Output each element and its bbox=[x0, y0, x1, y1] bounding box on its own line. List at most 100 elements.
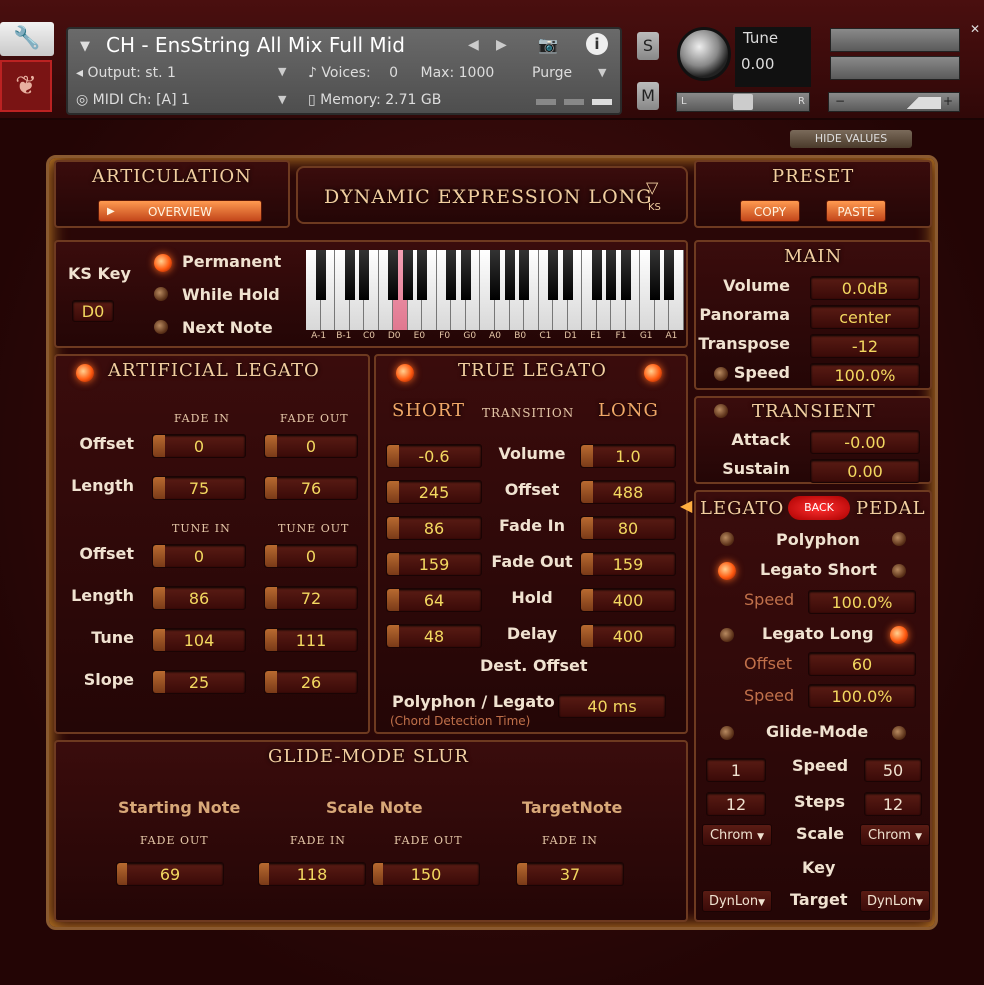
copy-button[interactable]: COPY bbox=[740, 200, 800, 222]
midi-value[interactable]: [A] 1 bbox=[156, 92, 190, 108]
volume-slider[interactable]: − + bbox=[828, 92, 960, 112]
purge-button[interactable]: Purge bbox=[532, 65, 572, 81]
output-value[interactable]: st. 1 bbox=[145, 65, 176, 81]
output-dropdown-icon[interactable]: ▼ bbox=[278, 65, 286, 78]
scale-left-select[interactable]: Chrom ▼ bbox=[702, 824, 772, 846]
main-row-field[interactable]: -12 bbox=[810, 334, 920, 358]
legato-long-led-right[interactable] bbox=[890, 626, 908, 644]
al-value-field[interactable]: 0 bbox=[264, 544, 358, 568]
al-value-field[interactable]: 0 bbox=[264, 434, 358, 458]
legato-short-led-left[interactable] bbox=[718, 562, 736, 580]
prev-arrow-icon[interactable]: ◀ bbox=[468, 37, 479, 53]
true-legato-led-left[interactable] bbox=[396, 364, 414, 382]
legato-short-speed-field[interactable]: 100.0% bbox=[808, 590, 916, 614]
al-value-field[interactable]: 26 bbox=[264, 670, 358, 694]
al-value-field[interactable]: 0 bbox=[152, 544, 246, 568]
target-fade-in-field[interactable]: 37 bbox=[516, 862, 624, 886]
articulation-selector[interactable]: DYNAMIC EXPRESSION LONG ▽ KS bbox=[296, 166, 688, 224]
scale-right-select[interactable]: Chrom ▼ bbox=[860, 824, 930, 846]
steps-left-field[interactable]: 12 bbox=[706, 792, 766, 816]
scale-fade-out-field[interactable]: 150 bbox=[372, 862, 480, 886]
camera-icon[interactable]: 📷 bbox=[538, 35, 558, 54]
legato-short-led-right[interactable] bbox=[892, 564, 906, 578]
ks-key-value[interactable]: D0 bbox=[72, 300, 114, 322]
solo-button[interactable]: S bbox=[637, 32, 659, 60]
tl-short-field[interactable]: 159 bbox=[386, 552, 482, 576]
piano-black-key[interactable] bbox=[606, 250, 617, 300]
ks-mode-label[interactable]: While Hold bbox=[182, 285, 280, 304]
artificial-legato-led[interactable] bbox=[76, 364, 94, 382]
pan-slider[interactable]: L R bbox=[676, 92, 810, 112]
al-value-field[interactable]: 76 bbox=[264, 476, 358, 500]
legato-long-offset-field[interactable]: 60 bbox=[808, 652, 916, 676]
transient-led[interactable] bbox=[714, 404, 728, 418]
tl-long-field[interactable]: 400 bbox=[580, 588, 676, 612]
tl-long-field[interactable]: 80 bbox=[580, 516, 676, 540]
overview-button[interactable]: ▶ OVERVIEW bbox=[98, 200, 262, 222]
tl-long-field[interactable]: 400 bbox=[580, 624, 676, 648]
purge-dropdown-icon[interactable]: ▼ bbox=[598, 66, 606, 79]
legato-long-speed-field[interactable]: 100.0% bbox=[808, 684, 916, 708]
piano-black-key[interactable] bbox=[417, 250, 428, 300]
ks-mode-led[interactable] bbox=[154, 287, 168, 301]
polyphon-led-right[interactable] bbox=[892, 532, 906, 546]
polyphon-led-left[interactable] bbox=[720, 532, 734, 546]
chevron-down-icon[interactable]: ▼ bbox=[80, 39, 90, 54]
piano-black-key[interactable] bbox=[649, 250, 660, 300]
glide-speed-left-field[interactable]: 1 bbox=[706, 758, 766, 782]
tl-short-field[interactable]: 86 bbox=[386, 516, 482, 540]
piano-black-key[interactable] bbox=[388, 250, 399, 300]
target-left-select[interactable]: DynLon▼ bbox=[702, 890, 772, 912]
target-right-select[interactable]: DynLon▼ bbox=[860, 890, 930, 912]
piano-black-key[interactable] bbox=[620, 250, 631, 300]
polyphon-legato-field[interactable]: 40 ms bbox=[558, 694, 666, 718]
tune-value[interactable]: 0.00 bbox=[735, 49, 811, 79]
piano-black-key[interactable] bbox=[344, 250, 355, 300]
back-button[interactable]: BACK bbox=[788, 496, 850, 520]
midi-dropdown-icon[interactable]: ▼ bbox=[278, 93, 286, 106]
glide-mode-led-left[interactable] bbox=[720, 726, 734, 740]
main-row-field[interactable]: 0.0dB bbox=[810, 276, 920, 300]
piano-black-key[interactable] bbox=[402, 250, 413, 300]
wrench-icon[interactable]: 🔧 bbox=[0, 22, 54, 56]
plus-icon[interactable]: + bbox=[943, 94, 953, 108]
al-value-field[interactable]: 104 bbox=[152, 628, 246, 652]
tl-long-field[interactable]: 159 bbox=[580, 552, 676, 576]
glide-mode-led-right[interactable] bbox=[892, 726, 906, 740]
ks-mode-led[interactable] bbox=[154, 254, 172, 272]
legato-long-led-left[interactable] bbox=[720, 628, 734, 642]
instrument-name[interactable]: CH - EnsString All Mix Full Mid bbox=[106, 33, 405, 57]
transient-row-field[interactable]: 0.00 bbox=[810, 459, 920, 483]
next-arrow-icon[interactable]: ▶ bbox=[496, 37, 507, 53]
pan-handle[interactable] bbox=[733, 94, 753, 110]
close-icon[interactable]: ✕ bbox=[970, 22, 980, 36]
main-row-field[interactable]: 100.0% bbox=[810, 363, 920, 387]
mute-button[interactable]: M bbox=[637, 82, 659, 110]
ks-mode-led[interactable] bbox=[154, 320, 168, 334]
tl-long-field[interactable]: 488 bbox=[580, 480, 676, 504]
glide-speed-right-field[interactable]: 50 bbox=[864, 758, 922, 782]
al-value-field[interactable]: 75 bbox=[152, 476, 246, 500]
piano-black-key[interactable] bbox=[591, 250, 602, 300]
al-value-field[interactable]: 86 bbox=[152, 586, 246, 610]
true-legato-led-right[interactable] bbox=[644, 364, 662, 382]
al-value-field[interactable]: 111 bbox=[264, 628, 358, 652]
tl-long-field[interactable]: 1.0 bbox=[580, 444, 676, 468]
ks-mode-label[interactable]: Permanent bbox=[182, 252, 281, 271]
tl-short-field[interactable]: 245 bbox=[386, 480, 482, 504]
max-value[interactable]: 1000 bbox=[459, 65, 495, 81]
start-fade-out-field[interactable]: 69 bbox=[116, 862, 224, 886]
info-icon[interactable]: i bbox=[586, 33, 608, 55]
piano-black-key[interactable] bbox=[315, 250, 326, 300]
piano-black-key[interactable] bbox=[519, 250, 530, 300]
main-row-field[interactable]: center bbox=[810, 305, 920, 329]
tl-short-field[interactable]: -0.6 bbox=[386, 444, 482, 468]
minus-icon[interactable]: − bbox=[835, 94, 845, 108]
midi-row[interactable]: ◎ MIDI Ch: [A] 1 bbox=[76, 92, 190, 108]
paste-button[interactable]: PASTE bbox=[826, 200, 886, 222]
steps-right-field[interactable]: 12 bbox=[864, 792, 922, 816]
piano-black-key[interactable] bbox=[504, 250, 515, 300]
keyswitch-keyboard[interactable] bbox=[306, 250, 684, 330]
piano-black-key[interactable] bbox=[548, 250, 559, 300]
transient-row-field[interactable]: -0.00 bbox=[810, 430, 920, 454]
